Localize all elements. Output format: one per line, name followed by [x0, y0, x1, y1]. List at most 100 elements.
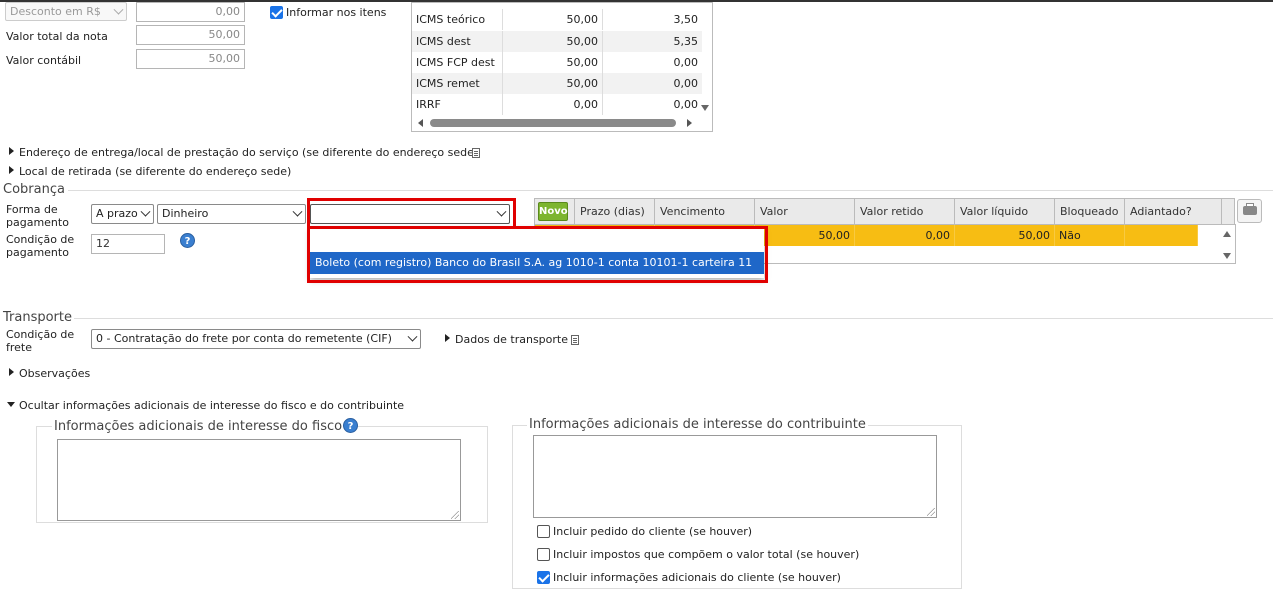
novo-button[interactable]: Novo [538, 202, 568, 221]
scroll-down-icon[interactable] [701, 105, 709, 111]
fisco-title: Informações adicionais de interesse do f… [52, 419, 345, 434]
forma-meio-value: Dinheiro [162, 207, 209, 220]
incluir-info-cliente-checkbox[interactable] [537, 571, 550, 584]
conta-dropdown-list: Boleto (com registro) Banco do Brasil S.… [310, 228, 764, 278]
printer-paper [1246, 203, 1254, 207]
scroll-up-icon[interactable] [1223, 231, 1231, 237]
informar-itens-label: Informar nos itens [286, 6, 387, 19]
tax-value: 0,00 [673, 56, 699, 69]
forma-meio-select[interactable]: Dinheiro [157, 204, 306, 224]
resize-handle-icon[interactable] [451, 511, 459, 519]
conta-select[interactable] [310, 204, 510, 224]
scroll-down-icon[interactable] [1223, 253, 1231, 259]
contribuinte-title: Informações adicionais de interesse do c… [527, 417, 868, 432]
valor-contabil-input[interactable]: 50,00 [136, 49, 245, 69]
cell-bloqueado: Não [1055, 225, 1125, 246]
chevron-down-icon [140, 206, 151, 217]
table-row: ICMS FCP dest 50,00 0,00 [412, 52, 702, 73]
expand-arrow-icon[interactable] [9, 166, 14, 174]
incluir-pedido-checkbox[interactable] [537, 525, 550, 538]
observacoes-link[interactable]: Observações [19, 367, 90, 380]
grid-header-valor-retido[interactable]: Valor retido [855, 199, 955, 224]
collapse-arrow-icon[interactable] [7, 402, 15, 407]
tax-name: ICMS remet [412, 73, 503, 94]
table-row: IRRF 0,00 0,00 [412, 94, 702, 115]
fisco-textarea[interactable] [57, 439, 461, 521]
print-button[interactable] [1237, 199, 1262, 223]
informar-itens-checkbox[interactable] [270, 6, 283, 19]
tax-base: 50,00 [503, 9, 603, 30]
tax-name: ICMS teórico [412, 9, 503, 30]
transporte-title: Transporte [3, 310, 72, 325]
valor-contabil-label: Valor contábil [6, 54, 82, 67]
grid-header-adiantado[interactable]: Adiantado? [1125, 199, 1222, 224]
tax-value: 0,00 [673, 98, 699, 111]
forma-tipo-select[interactable]: A prazo [91, 204, 154, 224]
cell-valor-retido: 0,00 [855, 225, 955, 246]
scroll-thumb[interactable] [430, 119, 676, 127]
desconto-type-select[interactable]: Desconto em R$ [5, 2, 127, 21]
incluir-impostos-label: Incluir impostos que compõem o valor tot… [553, 548, 860, 561]
horizontal-scrollbar[interactable] [416, 117, 696, 129]
valor-total-label: Valor total da nota [6, 30, 108, 43]
parcelas-grid-header: Prazo (dias) Vencimento Valor Valor reti… [534, 198, 1235, 225]
resize-handle-icon[interactable] [927, 508, 935, 516]
cell-adiantado [1125, 225, 1198, 246]
tax-base: 50,00 [503, 73, 603, 94]
expand-arrow-icon[interactable] [9, 147, 14, 155]
table-row: ICMS teórico 50,00 3,50 [412, 9, 702, 30]
incluir-info-cliente-label: Incluir informações adicionais do client… [553, 571, 841, 584]
grid-header-prazo[interactable]: Prazo (dias) [575, 199, 655, 224]
help-icon[interactable]: ? [180, 233, 195, 248]
condicao-pagamento-label: Condição de pagamento [6, 233, 75, 259]
grid-header-bloqueado[interactable]: Bloqueado [1055, 199, 1125, 224]
tax-base: 0,00 [503, 94, 603, 115]
tax-name: ICMS FCP dest [412, 52, 503, 73]
expand-arrow-icon[interactable] [445, 334, 450, 342]
tax-base: 50,00 [503, 31, 603, 52]
forma-pagamento-label: Forma de pagamento [6, 203, 69, 229]
cell-valor-liquido: 50,00 [955, 225, 1055, 246]
document-icon[interactable] [472, 148, 480, 158]
printer-icon [1243, 206, 1257, 215]
chevron-down-icon [496, 206, 507, 217]
grid-header-valor[interactable]: Valor [755, 199, 855, 224]
divider [68, 190, 1273, 191]
condicao-pagamento-input[interactable]: 12 [91, 234, 165, 254]
condicao-frete-select[interactable]: 0 - Contratação do frete por conta do re… [91, 329, 421, 349]
valor-total-input[interactable]: 50,00 [136, 25, 245, 45]
dropdown-option-empty[interactable] [310, 228, 764, 250]
endereco-entrega-link[interactable]: Endereço de entrega/local de prestação d… [19, 146, 478, 159]
chevron-down-icon [292, 206, 303, 217]
info-adicionais-toggle[interactable]: Ocultar informações adicionais de intere… [19, 399, 404, 412]
tax-base: 50,00 [503, 52, 603, 73]
divider [74, 318, 1273, 319]
tax-table: ICMS teórico 50,00 3,50 ICMS dest 50,00 … [411, 2, 713, 132]
grid-header-valor-liquido[interactable]: Valor líquido [955, 199, 1055, 224]
dados-transporte-link[interactable]: Dados de transporte [455, 333, 568, 346]
incluir-pedido-label: Incluir pedido do cliente (se houver) [553, 525, 753, 538]
scroll-left-icon[interactable] [418, 119, 423, 127]
condicao-frete-label: Condição de frete [6, 328, 75, 354]
scroll-right-icon[interactable] [687, 119, 692, 127]
incluir-impostos-checkbox[interactable] [537, 548, 550, 561]
help-icon[interactable]: ? [343, 418, 358, 433]
desconto-input[interactable]: 0,00 [136, 2, 245, 22]
cell-valor: 50,00 [755, 225, 855, 246]
tax-value: 5,35 [673, 35, 699, 48]
local-retirada-link[interactable]: Local de retirada (se diferente do ender… [19, 165, 291, 178]
tax-name: ICMS dest [412, 31, 503, 52]
grid-header-vencimento[interactable]: Vencimento [655, 199, 755, 224]
chevron-down-icon [113, 4, 124, 15]
contribuinte-textarea[interactable] [533, 435, 937, 518]
dropdown-option-boleto[interactable]: Boleto (com registro) Banco do Brasil S.… [310, 252, 764, 274]
desconto-type-value: Desconto em R$ [10, 5, 101, 18]
tax-name: IRRF [412, 94, 503, 115]
expand-arrow-icon[interactable] [9, 368, 14, 376]
document-icon[interactable] [571, 335, 579, 345]
condicao-frete-value: 0 - Contratação do frete por conta do re… [96, 332, 392, 345]
cobranca-title: Cobrança [3, 182, 65, 197]
table-row: ICMS dest 50,00 5,35 [412, 31, 702, 52]
table-row: ICMS remet 50,00 0,00 [412, 73, 702, 94]
tax-value: 3,50 [673, 13, 699, 26]
